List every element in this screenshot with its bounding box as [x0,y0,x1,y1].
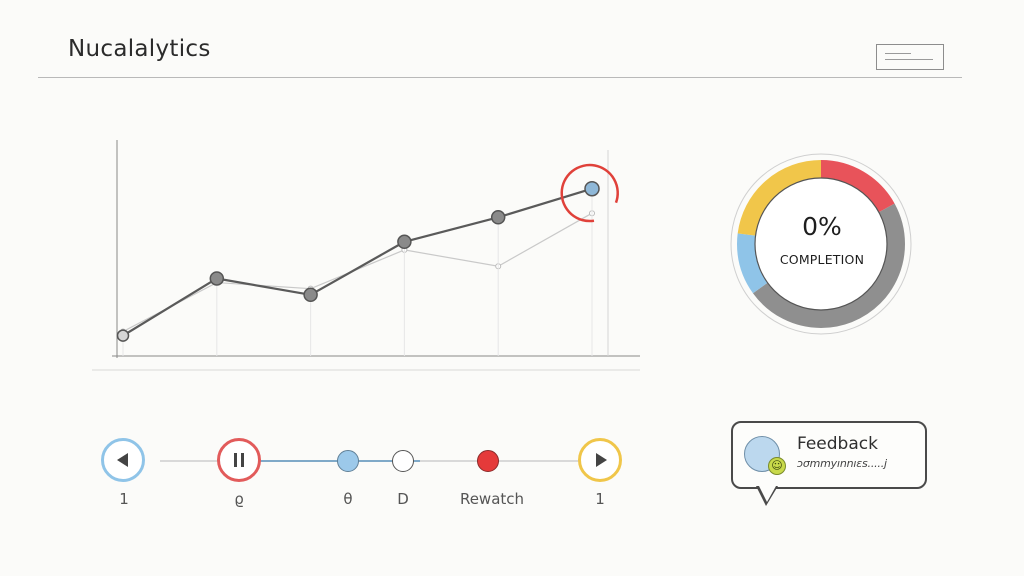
feedback-text: ɔσmmyınnıɛs.....j [797,457,887,470]
pause-label: ϱ [234,490,244,508]
play-label: 1 [595,490,605,508]
rewind-label: 1 [119,490,129,508]
feedback-bubble-tail-fill [759,486,776,502]
marker-empty[interactable] [392,450,414,472]
play-button[interactable] [578,438,622,482]
marker-blue[interactable] [337,450,359,472]
play-icon [596,453,607,467]
rewind-icon [116,453,128,467]
feedback-badge-icon: ☺ [768,457,786,475]
marker-empty-label: D [397,490,409,508]
rewatch-label[interactable]: Rewatch [452,490,532,508]
donut-inner-hole [754,177,888,311]
pause-button[interactable] [217,438,261,482]
pause-icon [234,453,244,467]
feedback-title: Feedback [797,434,878,454]
rewind-button[interactable] [101,438,145,482]
completion-caption: COMPLETION [779,252,865,267]
completion-value: 0% [802,212,842,241]
marker-red[interactable] [477,450,499,472]
marker-blue-label: θ [343,490,353,508]
